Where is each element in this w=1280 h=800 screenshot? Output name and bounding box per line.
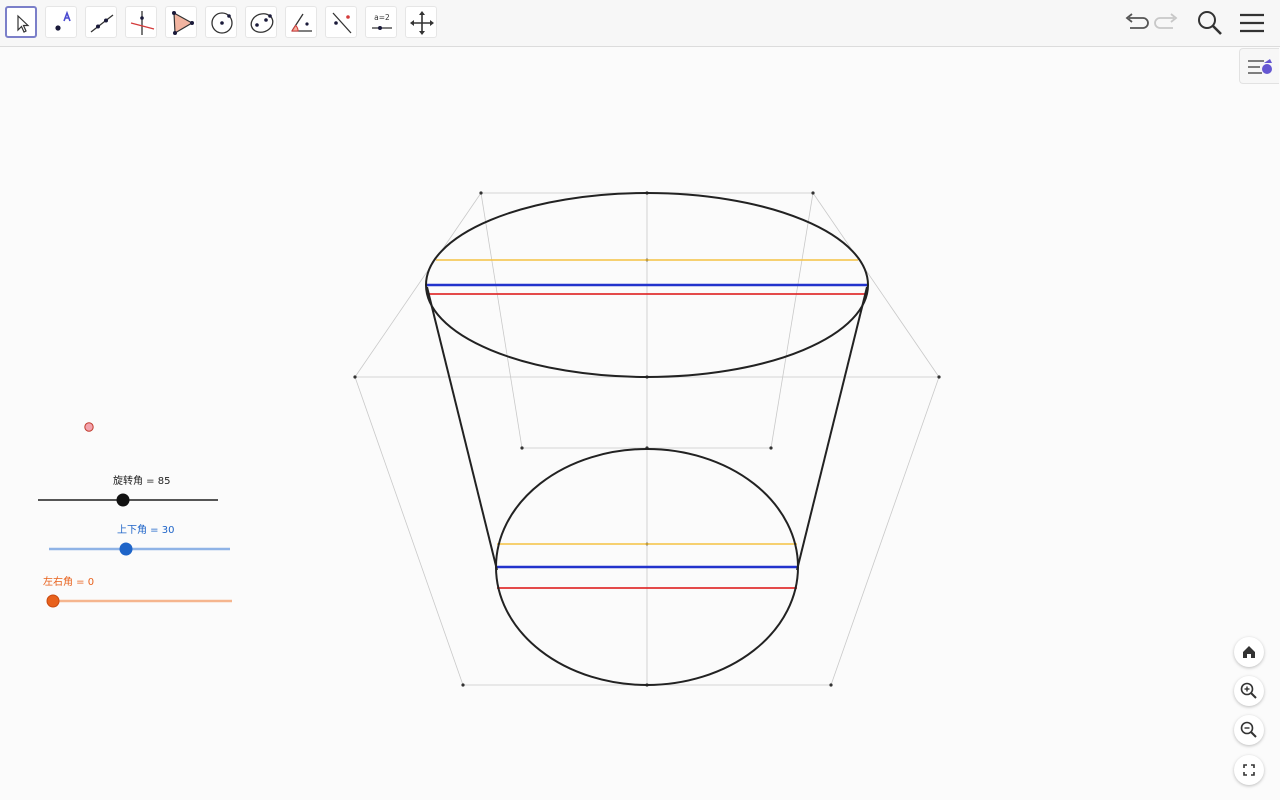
ellipse-icon	[250, 13, 274, 33]
undo-icon	[1125, 13, 1149, 29]
graphics-canvas[interactable]	[0, 47, 1280, 800]
cursor-arrow-icon	[17, 14, 30, 33]
point-icon	[55, 10, 71, 31]
slider-knob-horizontal[interactable]	[46, 594, 60, 608]
toolbar: a=2	[0, 0, 1280, 47]
slider-label-vertical: 上下角 = 30	[117, 525, 175, 536]
reflect-icon	[332, 12, 352, 34]
home-icon	[1243, 646, 1255, 658]
slider-label-horizontal: 左右角 = 0	[43, 577, 95, 588]
construction-lines	[354, 192, 940, 686]
slider-knob-rotation[interactable]	[116, 493, 130, 507]
tool-slider[interactable]: a=2	[365, 6, 397, 38]
zoom-in-icon	[1240, 682, 1257, 699]
search-icon	[1198, 11, 1222, 35]
redo-icon	[1154, 13, 1178, 29]
zoom-out-button[interactable]	[1234, 715, 1264, 745]
tool-angle[interactable]	[285, 6, 317, 38]
slider-label-rotation: 旋转角 = 85	[113, 476, 171, 487]
slider-icon: a=2	[372, 13, 392, 30]
geogebra-app: a=2 旋转角 = 85 上下角 = 30 左右角 = 0	[0, 0, 1280, 800]
fullscreen-button[interactable]	[1234, 755, 1264, 785]
right-generator-line[interactable]	[796, 286, 868, 571]
slider-icon-label: a=2	[374, 13, 390, 22]
left-generator-line[interactable]	[426, 286, 498, 571]
redo-button[interactable]	[1153, 8, 1183, 38]
line-icon	[90, 14, 114, 33]
angle-icon	[291, 13, 312, 32]
home-button[interactable]	[1234, 637, 1264, 667]
tool-move[interactable]	[5, 6, 37, 38]
polygon-icon	[172, 11, 194, 35]
tool-point[interactable]	[45, 6, 77, 38]
zoom-out-icon	[1240, 721, 1257, 738]
zoom-in-button[interactable]	[1234, 676, 1264, 706]
perpendicular-line-icon	[130, 11, 155, 35]
tool-polygon[interactable]	[165, 6, 197, 38]
circle-center-icon	[211, 12, 233, 34]
free-point[interactable]	[84, 422, 94, 432]
fullscreen-icon	[1243, 764, 1255, 776]
graphics-view[interactable]	[0, 47, 1280, 800]
undo-button[interactable]	[1120, 8, 1150, 38]
tool-move-graphics[interactable]	[405, 6, 437, 38]
tool-perpendicular[interactable]	[125, 6, 157, 38]
tool-ellipse[interactable]	[245, 6, 277, 38]
tool-line[interactable]	[85, 6, 117, 38]
search-button[interactable]	[1195, 8, 1225, 38]
tool-reflect[interactable]	[325, 6, 357, 38]
menu-icon	[1240, 13, 1264, 33]
main-menu-button[interactable]	[1237, 8, 1267, 38]
move-graphics-icon	[410, 11, 434, 35]
tool-circle-center[interactable]	[205, 6, 237, 38]
slider-knob-vertical[interactable]	[119, 542, 133, 556]
